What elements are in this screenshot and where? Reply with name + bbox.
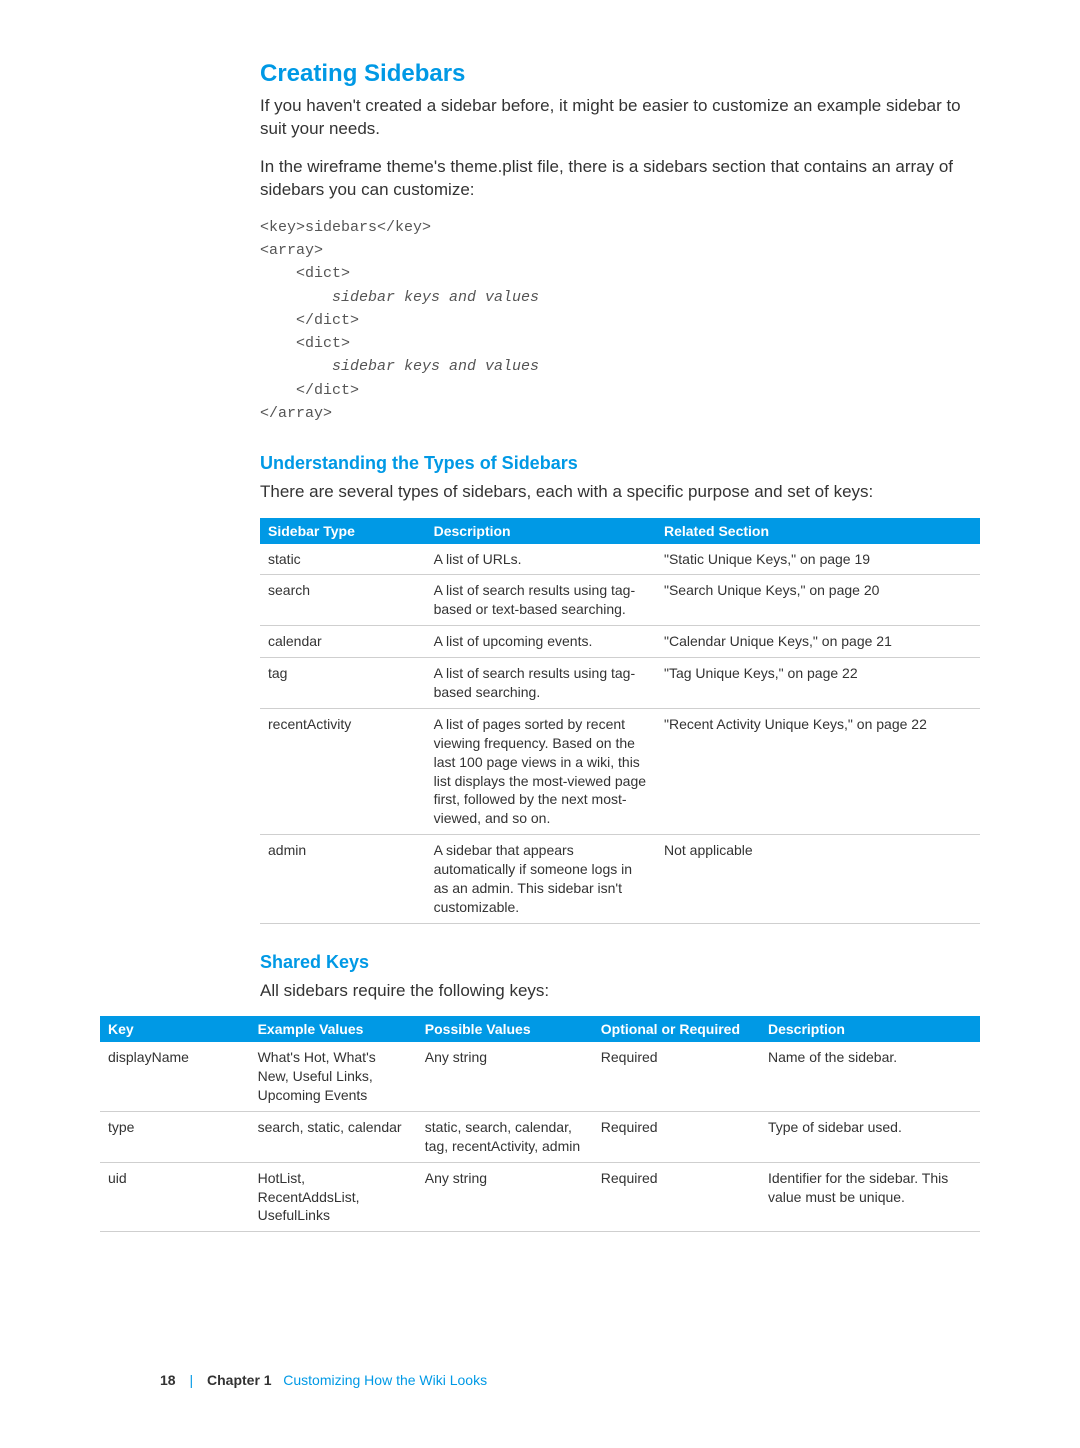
paragraph: If you haven't created a sidebar before,… bbox=[260, 94, 980, 141]
paragraph: In the wireframe theme's theme.plist fil… bbox=[260, 155, 980, 202]
paragraph: There are several types of sidebars, eac… bbox=[260, 480, 980, 503]
table-row: uidHotList, RecentAddsList, UsefulLinksA… bbox=[100, 1162, 980, 1232]
paragraph: All sidebars require the following keys: bbox=[260, 979, 980, 1002]
table-row: displayNameWhat's Hot, What's New, Usefu… bbox=[100, 1042, 980, 1111]
table-row: tagA list of search results using tag-ba… bbox=[260, 658, 980, 709]
chapter-title: Customizing How the Wiki Looks bbox=[283, 1372, 487, 1388]
table-row: typesearch, static, calendarstatic, sear… bbox=[100, 1111, 980, 1162]
page-number: 18 bbox=[160, 1372, 176, 1388]
subsection-title-types: Understanding the Types of Sidebars bbox=[260, 453, 980, 474]
table-row: searchA list of search results using tag… bbox=[260, 575, 980, 626]
table-row: adminA sidebar that appears automaticall… bbox=[260, 835, 980, 924]
table-row: recentActivityA list of pages sorted by … bbox=[260, 708, 980, 834]
table-header: Description bbox=[760, 1016, 980, 1042]
table-header: Sidebar Type bbox=[260, 518, 426, 544]
subsection-title-shared-keys: Shared Keys bbox=[260, 952, 980, 973]
chapter-label: Chapter 1 bbox=[207, 1372, 272, 1388]
table-row: staticA list of URLs."Static Unique Keys… bbox=[260, 544, 980, 575]
code-block: <key>sidebars</key> <array> <dict> sideb… bbox=[260, 216, 980, 425]
section-title: Creating Sidebars bbox=[260, 60, 980, 88]
shared-keys-table: Key Example Values Possible Values Optio… bbox=[100, 1016, 980, 1232]
table-header: Related Section bbox=[656, 518, 980, 544]
sidebar-types-table: Sidebar Type Description Related Section… bbox=[260, 518, 980, 924]
table-row: calendarA list of upcoming events."Calen… bbox=[260, 626, 980, 658]
table-header: Example Values bbox=[250, 1016, 417, 1042]
table-header: Optional or Required bbox=[593, 1016, 760, 1042]
table-header: Key bbox=[100, 1016, 250, 1042]
page-footer: 18 | Chapter 1 Customizing How the Wiki … bbox=[100, 1372, 980, 1388]
table-header: Description bbox=[426, 518, 656, 544]
table-header: Possible Values bbox=[417, 1016, 593, 1042]
